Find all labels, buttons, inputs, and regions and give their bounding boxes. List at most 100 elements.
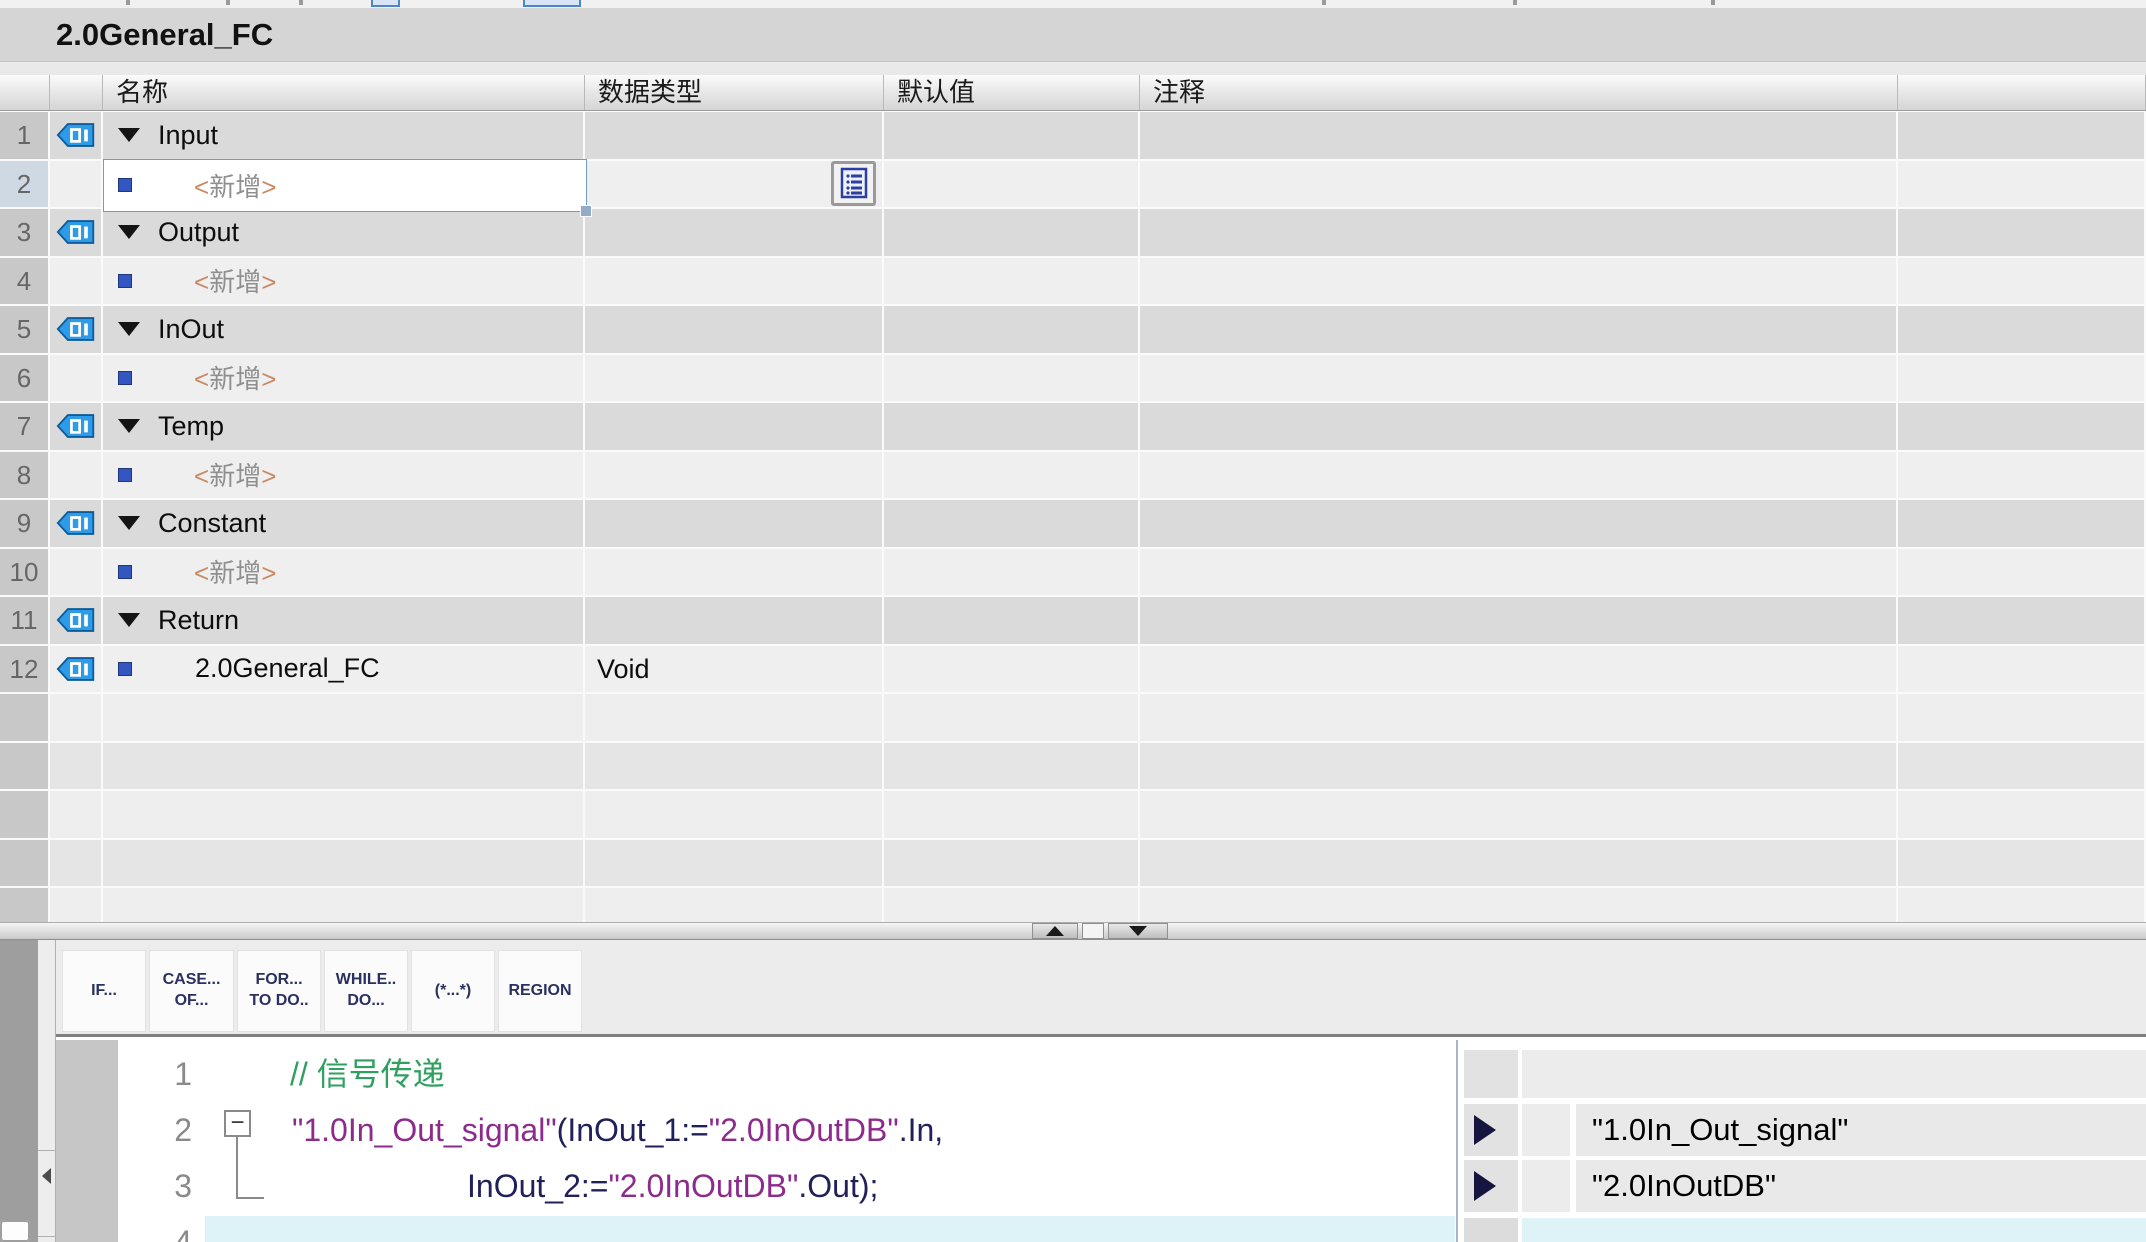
code-line-1[interactable]: 1 // 信号传递 bbox=[56, 1048, 1455, 1100]
expand-triangle-icon[interactable] bbox=[1474, 1171, 1496, 1201]
header-data-type[interactable]: 数据类型 bbox=[585, 75, 884, 110]
interface-table-header: 名称 数据类型 默认值 注释 bbox=[0, 75, 2146, 111]
cell-resize-handle[interactable] bbox=[580, 205, 592, 217]
code-text-area[interactable]: 1 // 信号传递 2 "1.0In_Out_signal"(InOut_1:=… bbox=[56, 1040, 1455, 1242]
clipped-corner-icon bbox=[0, 1220, 30, 1242]
collapse-triangle-icon[interactable] bbox=[118, 419, 140, 433]
snippet-while-button[interactable]: WHILE..DO... bbox=[324, 950, 408, 1032]
variable-square-icon bbox=[118, 468, 132, 482]
interface-tag-icon bbox=[56, 412, 96, 440]
section-label: Constant bbox=[158, 508, 266, 539]
scl-code-editor-pane: IF... CASE...OF... FOR...TO DO.. WHILE..… bbox=[0, 940, 2146, 1242]
add-new-placeholder: 新增 bbox=[209, 364, 261, 394]
table-row-add-new-constant[interactable]: 10 <新增> bbox=[0, 549, 2146, 596]
callout-db-reference[interactable]: "2.0InOutDB" bbox=[1576, 1160, 2146, 1212]
db-name: "2.0InOutDB" bbox=[608, 1168, 798, 1204]
splitter-grip[interactable] bbox=[1082, 923, 1104, 939]
code-line-2[interactable]: 2 "1.0In_Out_signal"(InOut_1:="2.0InOutD… bbox=[56, 1104, 1455, 1156]
header-default-value[interactable]: 默认值 bbox=[884, 75, 1140, 110]
row-number: 9 bbox=[0, 500, 50, 547]
table-row-input-section[interactable]: 1 Input bbox=[0, 112, 2146, 159]
strip-divider bbox=[38, 1236, 55, 1237]
line-number: 3 bbox=[122, 1160, 192, 1212]
panel-divider[interactable] bbox=[1456, 1040, 1458, 1242]
collapse-down-button[interactable] bbox=[1108, 923, 1168, 939]
collapse-triangle-icon[interactable] bbox=[118, 225, 140, 239]
table-row-add-new-inout[interactable]: 6 <新增> bbox=[0, 355, 2146, 402]
snippet-if-button[interactable]: IF... bbox=[62, 950, 146, 1032]
add-new-placeholder: 新增 bbox=[209, 461, 261, 491]
header-icon-col[interactable] bbox=[50, 75, 103, 110]
toolbar-tick bbox=[1322, 0, 1326, 5]
table-row-return-section[interactable]: 11 Return bbox=[0, 597, 2146, 644]
collapse-triangle-icon[interactable] bbox=[118, 128, 140, 142]
fold-bracket-foot bbox=[236, 1197, 264, 1199]
row-number: 2 bbox=[0, 161, 50, 208]
header-comment[interactable]: 注释 bbox=[1140, 75, 1898, 110]
callout-spacer-cell bbox=[1522, 1104, 1570, 1156]
tia-portal-block-interface-editor: 2.0General_FC 名称 数据类型 默认值 注释 1 Input 2 bbox=[0, 0, 2146, 1242]
section-label: Output bbox=[158, 217, 239, 248]
table-row-return-value[interactable]: 12 2.0General_FC Void bbox=[0, 646, 2146, 693]
interface-tag-icon bbox=[56, 218, 96, 246]
empty-table-row[interactable] bbox=[0, 743, 2146, 790]
block-title-bar: 2.0General_FC bbox=[0, 8, 2146, 62]
table-row-constant-section[interactable]: 9 Constant bbox=[0, 500, 2146, 547]
return-data-type[interactable]: Void bbox=[585, 646, 884, 693]
name-edit-cell[interactable]: <新增> bbox=[103, 159, 587, 212]
empty-table-row[interactable] bbox=[0, 888, 2146, 922]
expand-triangle-icon[interactable] bbox=[1474, 1115, 1496, 1145]
header-extra-col[interactable] bbox=[1898, 75, 2146, 110]
interface-tag-icon bbox=[56, 606, 96, 634]
collapse-triangle-icon[interactable] bbox=[118, 516, 140, 530]
table-row-inout-section[interactable]: 5 InOut bbox=[0, 306, 2146, 353]
data-type-list-icon bbox=[840, 167, 868, 199]
snippet-case-button[interactable]: CASE...OF... bbox=[149, 950, 234, 1032]
variable-square-icon bbox=[118, 565, 132, 579]
variable-square-icon bbox=[118, 662, 132, 676]
snippet-comment-button[interactable]: (*...*) bbox=[411, 950, 495, 1032]
interface-tag-icon bbox=[56, 655, 96, 683]
title-gap bbox=[0, 63, 2146, 75]
collapse-triangle-icon[interactable] bbox=[118, 322, 140, 336]
clipped-dropdown-remnant bbox=[523, 0, 581, 7]
variable-square-icon bbox=[118, 178, 132, 192]
snippet-region-button[interactable]: REGION bbox=[498, 950, 582, 1032]
pane-splitter-bar[interactable] bbox=[0, 922, 2146, 940]
table-row-add-new-input[interactable]: 2 <新增> bbox=[0, 161, 2146, 208]
table-row-temp-section[interactable]: 7 Temp bbox=[0, 403, 2146, 450]
code-fold-toggle[interactable]: − bbox=[224, 1110, 251, 1137]
header-name[interactable]: 名称 bbox=[103, 75, 585, 110]
table-row-output-section[interactable]: 3 Output bbox=[0, 209, 2146, 256]
code-line-4[interactable]: 4 bbox=[56, 1216, 1455, 1242]
section-label: Return bbox=[158, 605, 239, 636]
triangle-left-icon bbox=[42, 1168, 51, 1184]
strip-divider bbox=[38, 1150, 55, 1151]
empty-table-row[interactable] bbox=[0, 791, 2146, 838]
row-number: 12 bbox=[0, 646, 50, 693]
code-line-3[interactable]: 3 InOut_2:="2.0InOutDB".Out); bbox=[56, 1160, 1455, 1212]
data-type-picker-button[interactable] bbox=[831, 161, 876, 206]
callout-spacer-cell bbox=[1522, 1160, 1570, 1212]
empty-table-row[interactable] bbox=[0, 694, 2146, 741]
triangle-down-icon bbox=[1129, 926, 1147, 936]
interface-table-body: 1 Input 2 <新增> bbox=[0, 111, 2146, 922]
section-label: Input bbox=[158, 120, 218, 151]
interface-tag-icon bbox=[56, 509, 96, 537]
vertical-splitter-strip[interactable] bbox=[38, 940, 56, 1242]
callout-current-row bbox=[1522, 1218, 2146, 1242]
empty-table-row[interactable] bbox=[0, 840, 2146, 887]
interface-tag-icon bbox=[56, 315, 96, 343]
section-label: InOut bbox=[158, 314, 224, 345]
callout-empty-row bbox=[1522, 1050, 2146, 1098]
table-row-add-new-temp[interactable]: 8 <新增> bbox=[0, 452, 2146, 499]
db-name: "2.0InOutDB" bbox=[709, 1112, 899, 1148]
header-row-number-col[interactable] bbox=[0, 75, 50, 110]
collapse-triangle-icon[interactable] bbox=[118, 613, 140, 627]
snippet-for-button[interactable]: FOR...TO DO.. bbox=[237, 950, 321, 1032]
section-label: Temp bbox=[158, 411, 224, 442]
table-row-add-new-output[interactable]: 4 <新增> bbox=[0, 258, 2146, 305]
collapse-up-button[interactable] bbox=[1032, 923, 1078, 939]
row-number: 5 bbox=[0, 306, 50, 353]
callout-fc-reference[interactable]: "1.0In_Out_signal" bbox=[1576, 1104, 2146, 1156]
